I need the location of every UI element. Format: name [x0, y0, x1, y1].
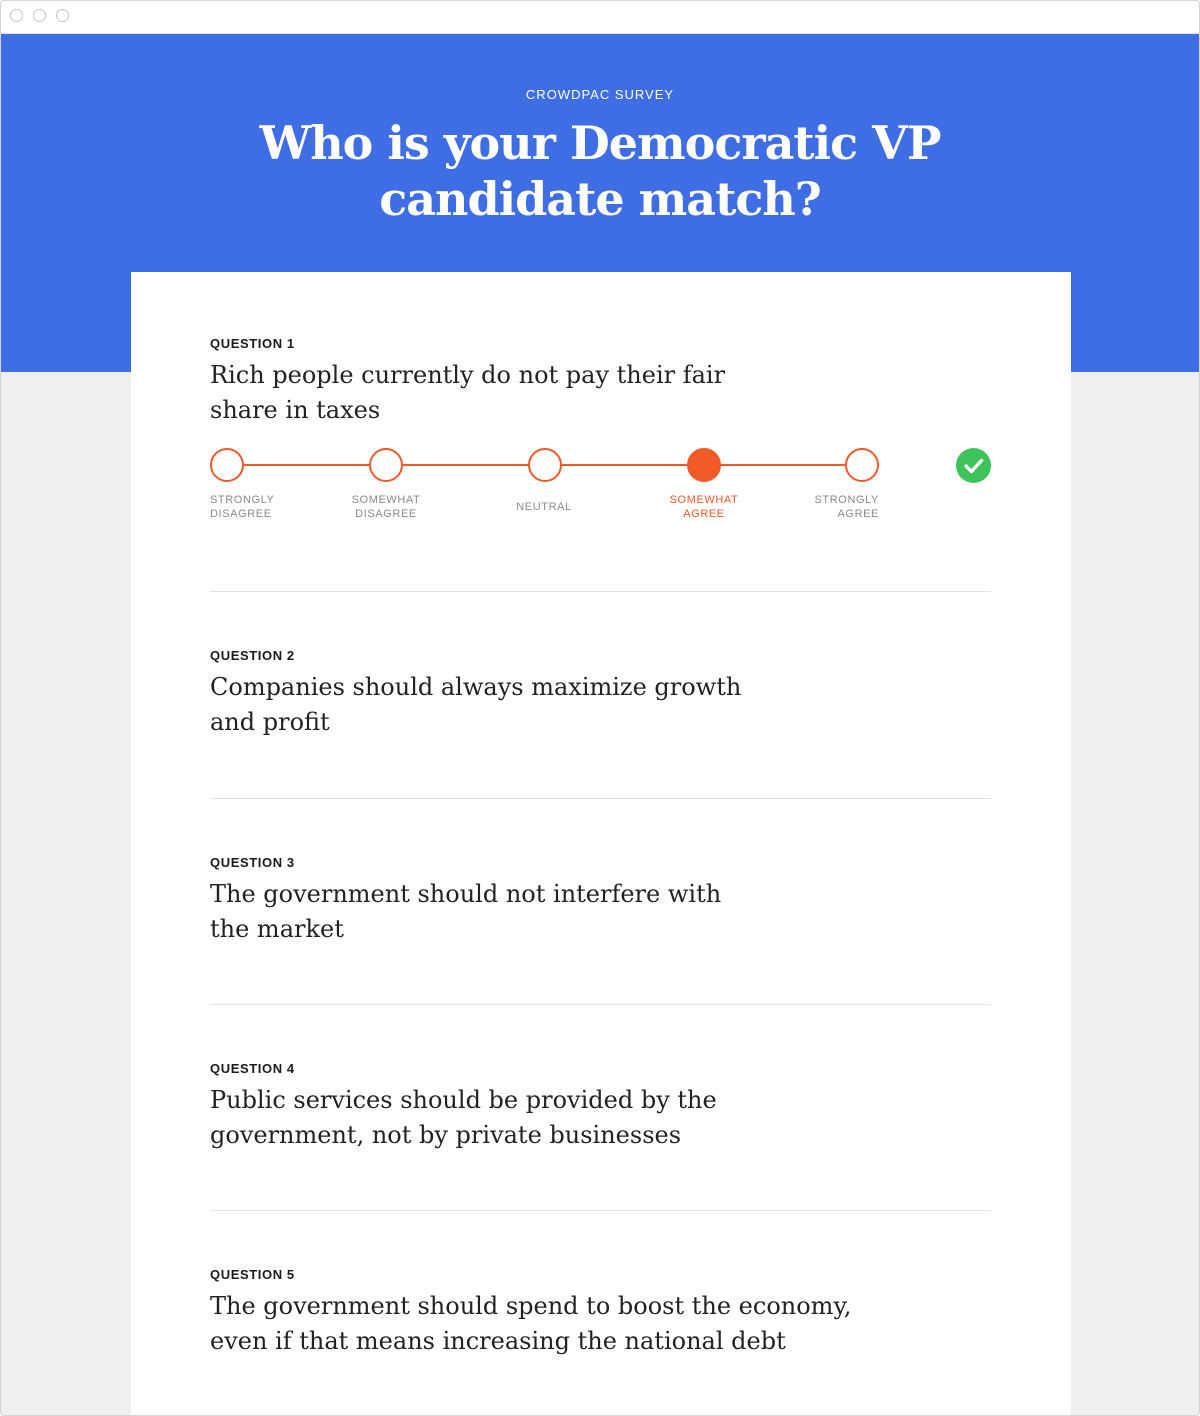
question-text-line: government, not by private businesses [210, 1121, 682, 1149]
scale-option-strongly-disagree[interactable] [210, 448, 244, 482]
question-text: Public services should be provided by th… [210, 1083, 810, 1153]
window-close-dot[interactable] [10, 9, 23, 22]
scale-option-somewhat-disagree[interactable] [369, 448, 403, 482]
question-divider [210, 798, 991, 799]
question-divider [210, 1004, 991, 1005]
scale-option-somewhat-agree[interactable] [687, 448, 721, 482]
question-number: QUESTION 5 [210, 1267, 295, 1282]
question-divider [210, 1210, 991, 1211]
question-text-line: the market [210, 915, 344, 943]
scale-label-line: AGREE [837, 508, 879, 520]
survey-title: Who is your Democratic VP candidate matc… [259, 116, 942, 226]
question-text-line: Companies should always maximize growth [210, 673, 742, 701]
scale-option-neutral[interactable] [528, 448, 562, 482]
question-divider [210, 591, 991, 592]
browser-window: CROWDPAC SURVEY Who is your Democratic V… [0, 0, 1200, 1416]
check-glyph [964, 458, 984, 474]
scale-label-line: SOMEWHAT [351, 494, 421, 506]
agreement-scale: STRONGLY DISAGREE SOMEWHAT DISAGREE NEUT… [210, 448, 991, 528]
question-number: QUESTION 4 [210, 1061, 295, 1076]
question-text: The government should spend to boost the… [210, 1289, 930, 1359]
question-1: QUESTION 1 Rich people currently do not … [210, 336, 991, 536]
scale-label-strongly-agree[interactable]: STRONGLY AGREE [789, 493, 879, 521]
question-3[interactable]: QUESTION 3 The government should not int… [210, 855, 991, 955]
question-text-line: The government should spend to boost the… [210, 1292, 852, 1320]
scale-label-line: NEUTRAL [516, 501, 572, 513]
question-text: The government should not interfere with… [210, 877, 810, 947]
scale-label-line: DISAGREE [210, 508, 272, 520]
question-text: Rich people currently do not pay their f… [210, 358, 810, 428]
question-2[interactable]: QUESTION 2 Companies should always maxim… [210, 648, 991, 748]
question-text: Companies should always maximize growth … [210, 670, 810, 740]
question-4[interactable]: QUESTION 4 Public services should be pro… [210, 1061, 991, 1161]
question-text-line: and profit [210, 708, 330, 736]
question-text-line: Public services should be provided by th… [210, 1086, 717, 1114]
question-number: QUESTION 3 [210, 855, 295, 870]
window-chrome-bar [1, 1, 1199, 34]
question-text-line: Rich people currently do not pay their f… [210, 361, 726, 389]
scale-label-line: DISAGREE [355, 508, 417, 520]
scale-label-somewhat-agree[interactable]: SOMEWHAT AGREE [659, 493, 749, 521]
scale-label-line: STRONGLY [210, 494, 275, 506]
scale-option-strongly-agree[interactable] [845, 448, 879, 482]
scale-label-line: STRONGLY [814, 494, 879, 506]
window-minimize-dot[interactable] [33, 9, 46, 22]
scale-label-line: SOMEWHAT [669, 494, 739, 506]
check-circle-icon [956, 448, 991, 483]
question-text-line: share in taxes [210, 396, 381, 424]
question-number: QUESTION 1 [210, 336, 295, 351]
question-number: QUESTION 2 [210, 648, 295, 663]
scale-label-line: AGREE [683, 508, 725, 520]
scale-label-strongly-disagree[interactable]: STRONGLY DISAGREE [210, 493, 300, 521]
question-text-line: even if that means increasing the nation… [210, 1327, 786, 1355]
window-zoom-dot[interactable] [56, 9, 69, 22]
question-card: QUESTION 1 Rich people currently do not … [131, 272, 1071, 1415]
scale-label-somewhat-disagree[interactable]: SOMEWHAT DISAGREE [341, 493, 431, 521]
survey-eyebrow: CROWDPAC SURVEY [525, 87, 675, 102]
question-5[interactable]: QUESTION 5 The government should spend t… [210, 1267, 991, 1367]
question-text-line: The government should not interfere with [210, 880, 722, 908]
scale-label-neutral[interactable]: NEUTRAL [499, 500, 589, 514]
